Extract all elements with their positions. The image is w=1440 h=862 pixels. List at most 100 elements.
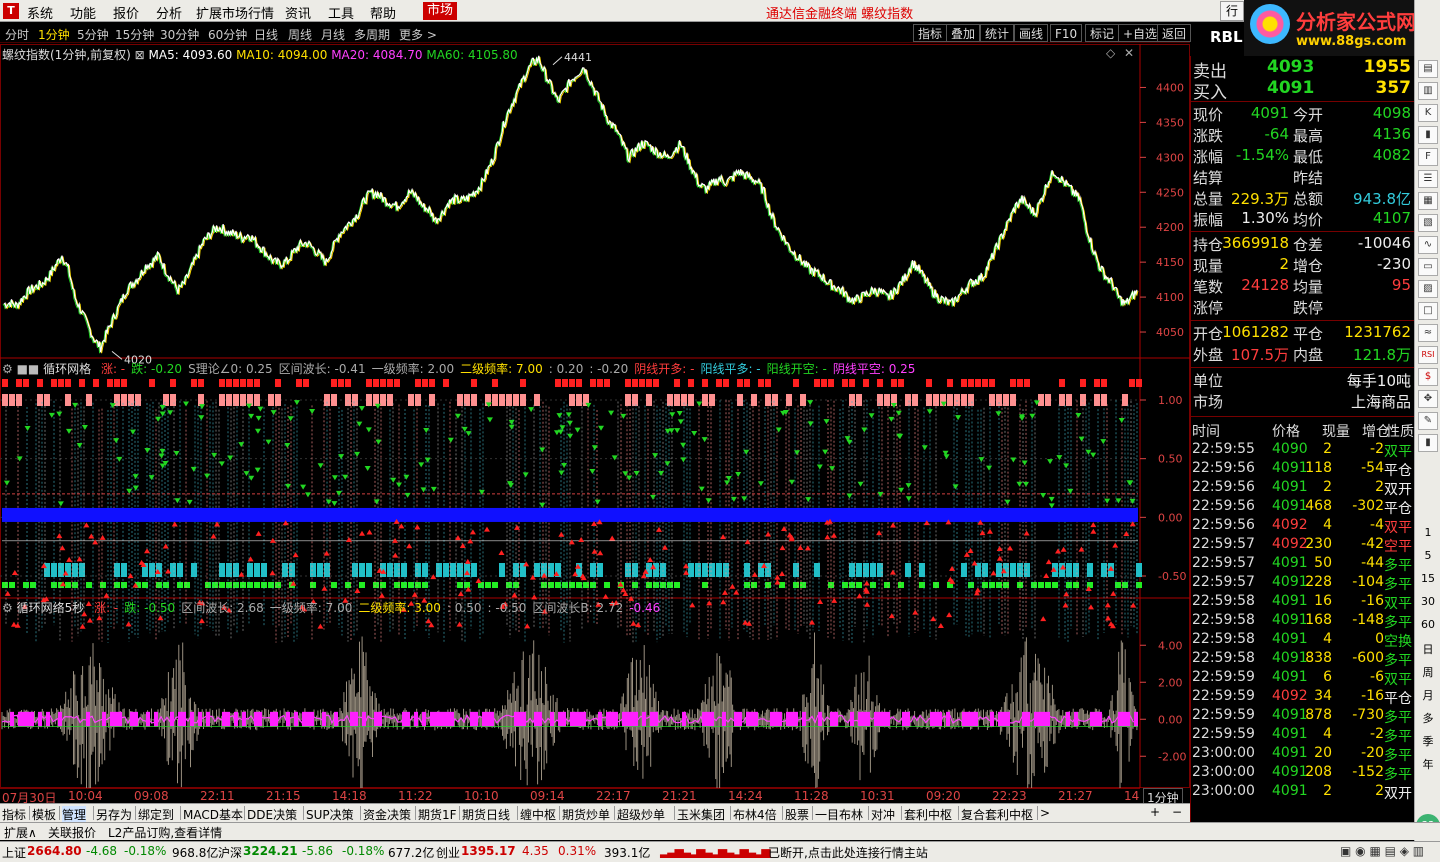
strip-period-button[interactable]: 1 xyxy=(1415,526,1440,539)
rsi-icon[interactable]: RSI xyxy=(1418,346,1438,364)
close-icon[interactable]: ✕ xyxy=(1124,46,1134,60)
extension-tab[interactable]: 关联报价 xyxy=(48,824,96,841)
menu-item-function[interactable]: 功能 xyxy=(70,3,96,22)
indicator-tab[interactable]: 对冲 xyxy=(871,806,895,823)
down-arrow xyxy=(846,493,853,499)
indicator-tab[interactable]: 另存为 xyxy=(96,806,132,823)
box-icon[interactable]: □ xyxy=(1418,302,1438,320)
tool-stats-button[interactable]: 统计 xyxy=(980,24,1015,42)
period-60min[interactable]: 60分钟 xyxy=(208,26,247,43)
period-more[interactable]: 更多 > xyxy=(399,26,437,43)
period-timeshare[interactable]: 分时 xyxy=(5,26,29,43)
indicator-tab[interactable]: 期货日线 xyxy=(462,806,510,823)
strip-period-button[interactable]: 季 xyxy=(1415,733,1440,749)
menu-item-market[interactable]: 市场 xyxy=(423,2,458,20)
indicator-tab[interactable]: 布林4倍 xyxy=(733,806,777,823)
indicator-tab[interactable]: MACD基本 xyxy=(183,806,243,823)
signal-bar xyxy=(863,379,869,387)
menu-item-quote[interactable]: 报价 xyxy=(113,3,139,22)
indicator-tab[interactable]: 复合套利中枢 xyxy=(961,806,1033,823)
tool-back-button[interactable]: 返回 xyxy=(1157,24,1192,42)
magenta-band xyxy=(902,711,906,727)
row-toggle-button[interactable]: 行 xyxy=(1220,1,1244,21)
list-icon[interactable]: ☰ xyxy=(1418,170,1438,188)
indicator-tab[interactable]: 资金决策 xyxy=(363,806,411,823)
sell-row[interactable]: 卖出 4093 1955 xyxy=(1191,57,1415,82)
indicator-tab[interactable]: 一目布林 xyxy=(815,806,863,823)
strip-period-button[interactable]: 15 xyxy=(1415,572,1440,585)
kline-chart-area[interactable]: 4400435043004250420041504100405044414020… xyxy=(0,44,1190,788)
pad-icon[interactable]: ▭ xyxy=(1418,258,1438,276)
tool-overlay-button[interactable]: 叠加 xyxy=(946,24,981,42)
period-5min[interactable]: 5分钟 xyxy=(77,26,109,43)
remove-tab-icon[interactable]: − xyxy=(1172,805,1182,819)
pencil-icon[interactable]: ✎ xyxy=(1418,412,1438,430)
strip-period-button[interactable]: 30 xyxy=(1415,595,1440,608)
period-30min[interactable]: 30分钟 xyxy=(160,26,199,43)
line-icon[interactable]: ∿ xyxy=(1418,236,1438,254)
extension-tab[interactable]: 扩展∧ xyxy=(4,824,37,841)
strip-period-button[interactable]: 周 xyxy=(1415,664,1440,680)
indicator-tab[interactable]: 套利中枢 xyxy=(904,806,952,823)
buy-row[interactable]: 买入 4091 357 xyxy=(1191,78,1415,103)
add-tab-icon[interactable]: + xyxy=(1150,805,1160,819)
strip-period-button[interactable]: 60 xyxy=(1415,618,1440,631)
move-icon[interactable]: ✥ xyxy=(1418,390,1438,408)
indicator-tab[interactable]: 指标 xyxy=(2,806,26,823)
menu-item-help[interactable]: 帮助 xyxy=(370,3,396,22)
connection-status[interactable]: 已断开,点击此处连接行情主站 xyxy=(768,844,928,861)
f10-icon[interactable]: F xyxy=(1418,148,1438,166)
tool-mark-button[interactable]: 标记 xyxy=(1085,24,1120,42)
period-multi[interactable]: 多周期 xyxy=(354,26,390,43)
indicator-tab[interactable]: 玉米集团 xyxy=(677,806,725,823)
grid-icon[interactable]: ▦ xyxy=(1418,192,1438,210)
indicator-tab[interactable]: SUP决策 xyxy=(306,806,354,823)
k-icon[interactable]: K xyxy=(1418,104,1438,122)
period-month[interactable]: 月线 xyxy=(321,26,345,43)
indicator-tab[interactable]: 期货炒单 xyxy=(562,806,610,823)
dollar-icon[interactable]: $ xyxy=(1418,368,1438,386)
calc-icon[interactable]: ▧ xyxy=(1418,214,1438,232)
tool-indicator-button[interactable]: 指标 xyxy=(913,24,948,42)
panel2-gear-icon[interactable]: ⚙ xyxy=(2,601,13,615)
indicator-tab[interactable]: > xyxy=(1040,806,1050,820)
down-arrow xyxy=(374,403,381,409)
period-1min[interactable]: 1分钟 xyxy=(38,26,70,43)
indicator-tab[interactable]: DDE决策 xyxy=(247,806,297,823)
strip-period-button[interactable]: 5 xyxy=(1415,549,1440,562)
indicator-tab[interactable]: 超级炒单 xyxy=(617,806,665,823)
collapse-icon[interactable]: ⊠ xyxy=(135,48,145,62)
indicator-tab[interactable]: 绑定到 xyxy=(138,806,174,823)
strip-period-button[interactable]: 年 xyxy=(1415,756,1440,772)
menu-item-ext-market[interactable]: 扩展市场行情 xyxy=(196,3,274,22)
period-15min[interactable]: 15分钟 xyxy=(115,26,154,43)
menu-item-system[interactable]: 系统 xyxy=(27,3,53,22)
menu-item-analysis[interactable]: 分析 xyxy=(156,3,182,22)
up-arrow xyxy=(856,593,863,599)
indicator-tab[interactable]: 股票 xyxy=(785,806,809,823)
indicator-tab[interactable]: 模板 xyxy=(32,806,56,823)
candles-icon[interactable]: ▮ xyxy=(1418,126,1438,144)
tray-icons[interactable]: ▣ ◉ ▦ ▤ ◈ ▥ xyxy=(1340,844,1424,858)
book-icon[interactable]: ▮ xyxy=(1418,434,1438,452)
strip-period-button[interactable]: 月 xyxy=(1415,687,1440,703)
panel1-gear-icon[interactable]: ⚙ xyxy=(2,362,13,376)
diamond-icon[interactable]: ◇ xyxy=(1106,46,1115,60)
menu-item-tools[interactable]: 工具 xyxy=(328,3,354,22)
period-week[interactable]: 周线 xyxy=(288,26,312,43)
tool-draw-button[interactable]: 画线 xyxy=(1014,24,1049,42)
indicator-tab[interactable]: 期货1F xyxy=(418,806,457,823)
toolbar-icon[interactable]: ▤ xyxy=(1418,60,1438,78)
tool-f10-button[interactable]: F10 xyxy=(1050,24,1083,42)
strip-period-button[interactable]: 多 xyxy=(1415,710,1440,726)
chart-icon[interactable]: ▨ xyxy=(1418,280,1438,298)
bars-icon[interactable]: ▥ xyxy=(1418,82,1438,100)
extension-tab[interactable]: L2产品订购,查看详情 xyxy=(108,824,222,841)
indicator-tab[interactable]: 管理 xyxy=(62,806,87,823)
tool-add-fav-button[interactable]: +自选 xyxy=(1118,24,1163,42)
period-day[interactable]: 日线 xyxy=(254,26,278,43)
strip-period-button[interactable]: 日 xyxy=(1415,641,1440,657)
wave-icon[interactable]: ≈ xyxy=(1418,324,1438,342)
menu-item-news[interactable]: 资讯 xyxy=(285,3,311,22)
indicator-tab[interactable]: 缠中枢 xyxy=(520,806,556,823)
